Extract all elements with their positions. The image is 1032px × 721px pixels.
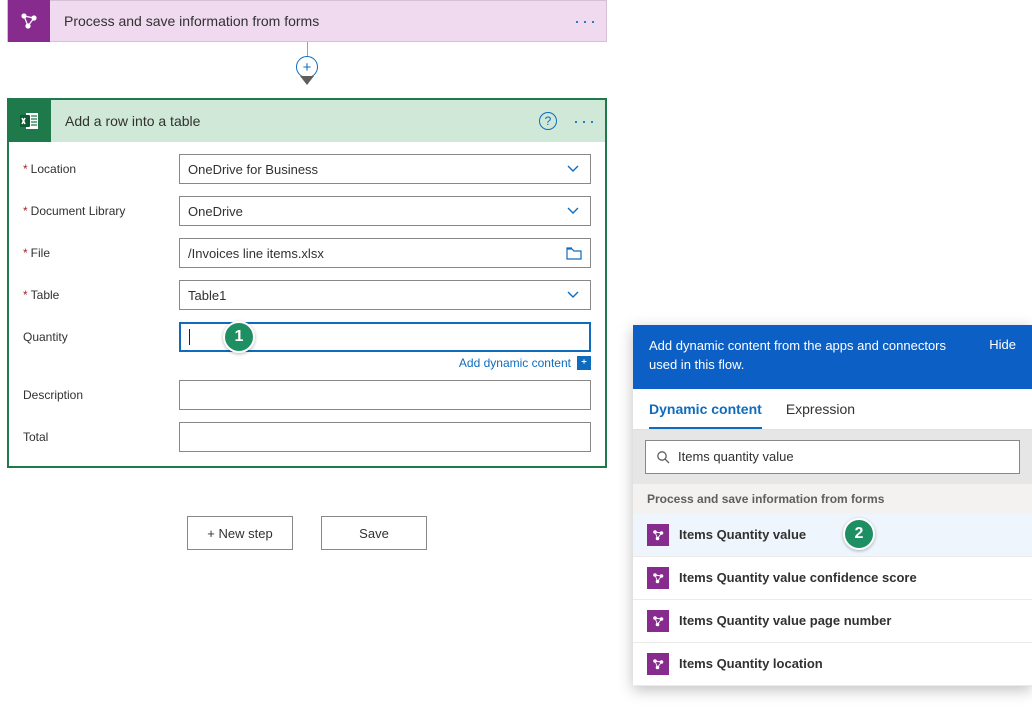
chevron-down-icon[interactable] [564, 289, 582, 301]
file-label: *File [23, 246, 179, 260]
doclib-label: *Document Library [23, 204, 179, 218]
location-dropdown[interactable]: OneDrive for Business [179, 154, 591, 184]
lightning-icon: ⁺ [577, 356, 591, 370]
action-body: *Location OneDrive for Business *Documen… [9, 142, 605, 466]
action-header[interactable]: Add a row into a table ? ··· [9, 100, 605, 142]
help-icon[interactable]: ? [539, 112, 557, 130]
tab-expression[interactable]: Expression [786, 389, 855, 429]
add-step-inline-button[interactable]: + [296, 56, 318, 78]
location-label: *Location [23, 162, 179, 176]
hide-panel-link[interactable]: Hide [989, 337, 1016, 352]
tab-dynamic-content[interactable]: Dynamic content [649, 389, 762, 429]
search-icon [656, 450, 670, 464]
dynamic-search-wrap [633, 430, 1032, 484]
ai-builder-icon [647, 567, 669, 589]
dynamic-search-input[interactable] [645, 440, 1020, 474]
action-title: Add a row into a table [65, 113, 539, 129]
dynamic-item-quantity-value[interactable]: Items Quantity value 2 [633, 514, 1032, 557]
trigger-more-menu[interactable]: ··· [566, 11, 606, 32]
dynamic-content-panel: Add dynamic content from the apps and co… [633, 325, 1032, 686]
new-step-button[interactable]: + New step [187, 516, 293, 550]
flow-connector: + [7, 42, 607, 98]
chevron-down-icon[interactable] [564, 205, 582, 217]
callout-badge-2: 2 [843, 518, 875, 550]
action-card: Add a row into a table ? ··· *Location O… [7, 98, 607, 468]
ai-builder-icon [8, 0, 50, 42]
total-label: Total [23, 430, 179, 444]
quantity-label: Quantity [23, 330, 179, 344]
trigger-card[interactable]: Process and save information from forms … [7, 0, 607, 42]
dynamic-section-title: Process and save information from forms [633, 484, 1032, 514]
file-picker[interactable]: /Invoices line items.xlsx [179, 238, 591, 268]
excel-icon [9, 100, 51, 142]
total-input[interactable] [179, 422, 591, 452]
dynamic-item-confidence-score[interactable]: Items Quantity value confidence score [633, 557, 1032, 600]
table-label: *Table [23, 288, 179, 302]
ai-builder-icon [647, 653, 669, 675]
action-more-menu[interactable]: ··· [565, 111, 605, 132]
folder-icon[interactable] [566, 246, 582, 260]
dynamic-panel-header: Add dynamic content from the apps and co… [633, 325, 1032, 389]
description-label: Description [23, 388, 179, 402]
arrow-down-icon [300, 76, 314, 85]
chevron-down-icon[interactable] [564, 163, 582, 175]
add-dynamic-content-link[interactable]: Add dynamic content ⁺ [179, 356, 591, 370]
description-input[interactable] [179, 380, 591, 410]
save-button[interactable]: Save [321, 516, 427, 550]
dynamic-item-quantity-location[interactable]: Items Quantity location [633, 643, 1032, 686]
trigger-title: Process and save information from forms [64, 13, 566, 29]
ai-builder-icon [647, 524, 669, 546]
doclib-dropdown[interactable]: OneDrive [179, 196, 591, 226]
flow-canvas: Process and save information from forms … [7, 0, 607, 550]
callout-badge-1: 1 [223, 321, 255, 353]
dynamic-item-page-number[interactable]: Items Quantity value page number [633, 600, 1032, 643]
table-dropdown[interactable]: Table1 [179, 280, 591, 310]
dynamic-search-text[interactable] [678, 449, 1009, 464]
flow-footer-buttons: + New step Save [7, 516, 607, 550]
dynamic-panel-tabs: Dynamic content Expression [633, 389, 1032, 430]
ai-builder-icon [647, 610, 669, 632]
text-cursor [189, 329, 190, 345]
